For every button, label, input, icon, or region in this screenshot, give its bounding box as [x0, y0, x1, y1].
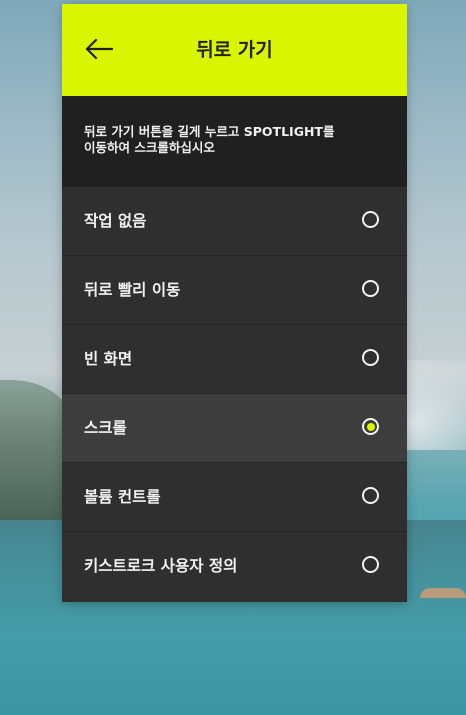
option-label: 뒤로 빨리 이동 [84, 281, 181, 299]
wallpaper-cliff [0, 380, 70, 520]
settings-panel: 뒤로 가기 뒤로 가기 버튼을 길게 누르고 SPOTLIGHT를 이동하여 스… [62, 4, 407, 602]
radio-button[interactable] [362, 487, 379, 504]
option-label: 작업 없음 [84, 212, 147, 230]
option-volume-control[interactable]: 볼륨 컨트롤 [62, 462, 407, 531]
option-no-action[interactable]: 작업 없음 [62, 186, 407, 255]
page-title: 뒤로 가기 [196, 39, 273, 61]
panel-header: 뒤로 가기 [62, 4, 407, 96]
option-fast-back[interactable]: 뒤로 빨리 이동 [62, 255, 407, 324]
radio-button[interactable] [362, 418, 379, 435]
radio-dot [366, 422, 375, 431]
option-label: 빈 화면 [84, 350, 133, 368]
option-label: 볼륨 컨트롤 [84, 488, 161, 506]
option-scroll[interactable]: 스크롤 [62, 393, 407, 462]
option-custom-keystroke[interactable]: 키스트로크 사용자 정의 [62, 531, 407, 600]
radio-button[interactable] [362, 280, 379, 297]
wallpaper-rock [420, 588, 466, 598]
radio-button[interactable] [362, 211, 379, 228]
option-blank-screen[interactable]: 빈 화면 [62, 324, 407, 393]
description-line-2: 이동하여 스크롤하십시오 [84, 140, 215, 155]
radio-button[interactable] [362, 556, 379, 573]
description-line-1: 뒤로 가기 버튼을 길게 누르고 SPOTLIGHT를 [84, 124, 335, 139]
description-text: 뒤로 가기 버튼을 길게 누르고 SPOTLIGHT를 이동하여 스크롤하십시오 [62, 96, 407, 186]
radio-button[interactable] [362, 349, 379, 366]
option-label: 스크롤 [84, 419, 127, 437]
option-label: 키스트로크 사용자 정의 [84, 557, 238, 575]
